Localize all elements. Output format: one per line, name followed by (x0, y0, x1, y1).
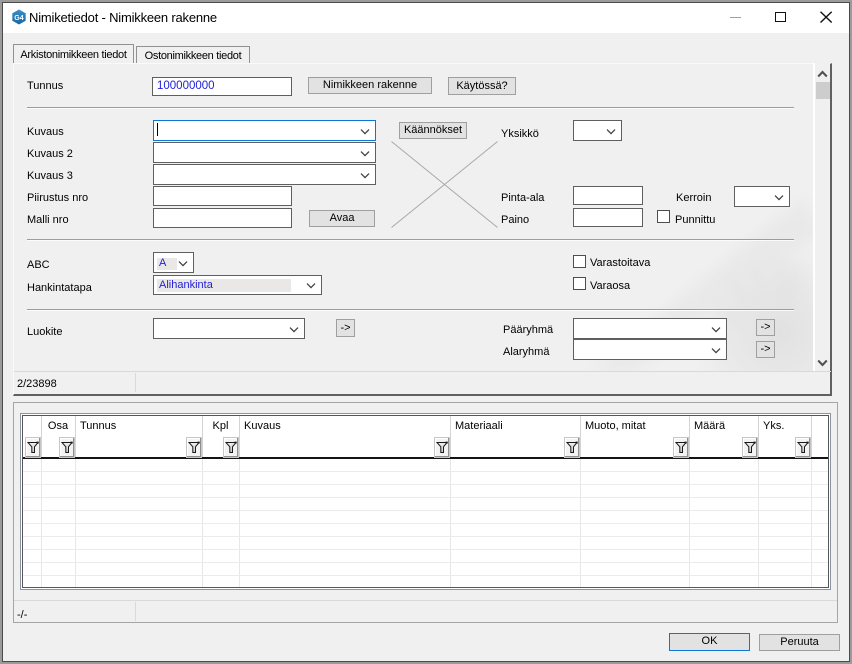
svg-text:G4: G4 (14, 14, 24, 22)
